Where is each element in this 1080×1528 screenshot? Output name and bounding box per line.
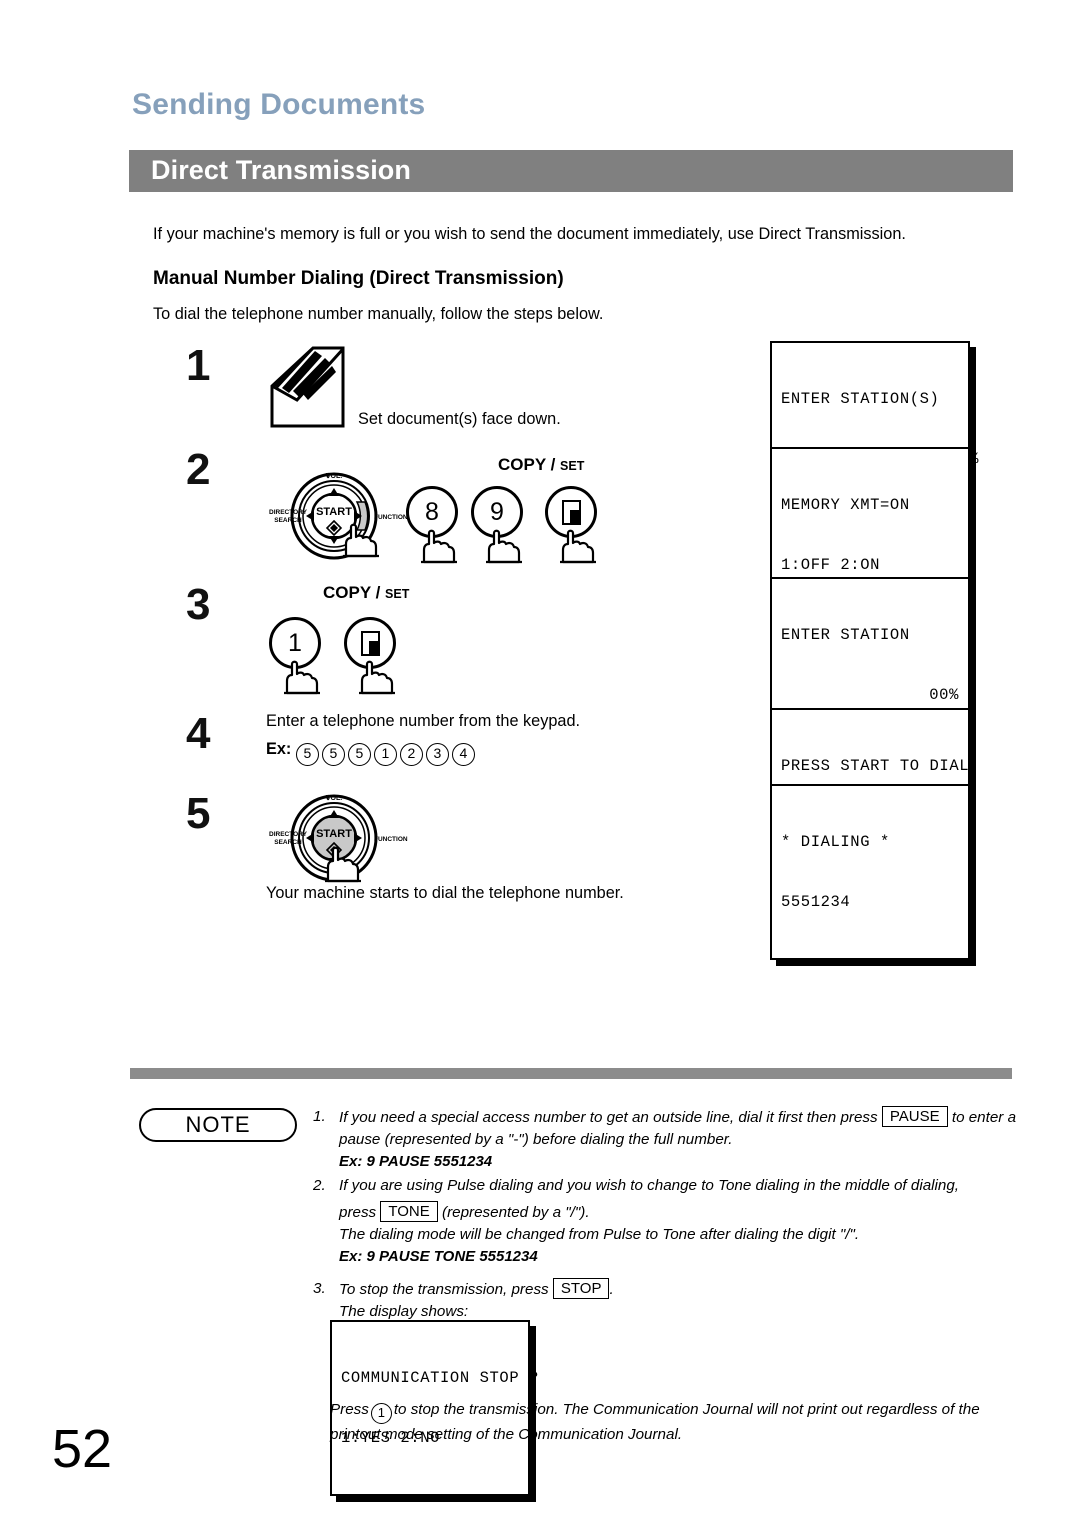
lcd-line-1: ENTER STATION: [781, 626, 910, 644]
lcd-line-1: PRESS START TO DIAL: [781, 757, 970, 775]
svg-text:⇕: ⇕: [325, 794, 331, 802]
svg-text:FUNCTION: FUNCTION: [374, 836, 408, 843]
step-5-text: Your machine starts to dial the telephon…: [266, 884, 624, 902]
sub-heading: Manual Number Dialing (Direct Transmissi…: [153, 268, 564, 289]
sub-intro-paragraph: To dial the telephone number manually, f…: [153, 305, 604, 323]
circled-digit-1: 1: [370, 1403, 392, 1424]
finger-pointer-icon: [356, 659, 398, 700]
note-3-part2: .: [609, 1281, 614, 1298]
keypad-button-1-label: 1: [288, 628, 302, 657]
circled-digit: 1: [373, 743, 397, 766]
circled-digit: 5: [295, 743, 319, 766]
svg-text:START: START: [316, 506, 352, 518]
circled-digit: 5: [347, 743, 371, 766]
note-item-1: 1. If you need a special access number t…: [313, 1106, 1018, 1173]
pause-keycap: PAUSE: [881, 1106, 948, 1127]
svg-text:SEARCH: SEARCH: [274, 839, 302, 846]
svg-text:DIRECTORY: DIRECTORY: [269, 831, 308, 838]
finger-pointer-icon: [281, 659, 323, 700]
lcd-line-2: 5551234: [781, 893, 851, 911]
copy-set-label-step-2: COPY / SET: [498, 455, 584, 475]
lcd-line-2: 1:OFF 2:ON: [781, 556, 881, 574]
circled-digit: 5: [321, 743, 345, 766]
note-2-part1: If you are using Pulse dialing and you w…: [339, 1177, 960, 1194]
label-separator: /: [370, 583, 386, 602]
svg-text:SEARCH: SEARCH: [274, 517, 302, 524]
finger-pointer-icon: [340, 522, 382, 563]
note-item-2: 2. If you are using Pulse dialing and yo…: [313, 1175, 1018, 1268]
example-digits: 5551234: [295, 740, 478, 766]
keypad-button-9-label: 9: [490, 497, 504, 526]
note-1-example: Ex: 9 PAUSE 5551234: [339, 1153, 493, 1170]
set-label: SET: [385, 587, 410, 601]
svg-text:⇕: ⇕: [325, 472, 331, 480]
page-document-icon: [561, 499, 581, 525]
copy-label: COPY: [498, 455, 546, 474]
lcd-line-2: 00%: [929, 686, 959, 704]
note-list: 1. If you need a special access number t…: [313, 1106, 1018, 1325]
note-tail-post: to stop the transmission. The Communicat…: [330, 1401, 980, 1443]
step-number-5: 5: [186, 789, 211, 838]
circled-digit: 4: [451, 743, 475, 766]
step-number-3: 3: [186, 580, 211, 629]
page-number: 52: [52, 1419, 113, 1479]
intro-paragraph: If your machine's memory is full or you …: [153, 225, 906, 243]
document-stack-icon: [265, 344, 365, 435]
step-4-text: Enter a telephone number from the keypad…: [266, 712, 581, 730]
copy-label: COPY: [323, 583, 371, 602]
note-tail-paragraph: Press 1 to stop the transmission. The Comm…: [330, 1399, 1020, 1446]
finger-pointer-icon: [483, 528, 525, 569]
note-2-example: Ex: 9 PAUSE TONE 5551234: [339, 1248, 538, 1265]
note-tail-pre: Press: [330, 1401, 369, 1418]
section-title: Direct Transmission: [151, 155, 411, 185]
note-item-3: 3. To stop the transmission, press STOP.…: [313, 1278, 1018, 1323]
note-2-part3: The dialing mode will be changed from Pu…: [339, 1226, 860, 1243]
copy-set-label-step-3: COPY / SET: [323, 583, 409, 603]
svg-text:START: START: [316, 828, 352, 840]
section-banner: Direct Transmission: [129, 150, 1013, 192]
finger-pointer-icon: [557, 528, 599, 569]
step-1-text: Set document(s) face down.: [358, 410, 561, 428]
circled-digit: 3: [425, 743, 449, 766]
finger-pointer-icon: [320, 845, 362, 888]
keypad-button-8-label: 8: [425, 497, 439, 526]
tone-keycap: TONE: [380, 1201, 438, 1222]
finger-pointer-icon: [418, 528, 460, 569]
lcd-line-1: ENTER STATION(S): [781, 390, 940, 408]
stop-keycap: STOP: [552, 1278, 610, 1299]
step-4-example: Ex: 5551234: [266, 740, 478, 766]
circled-digit: 2: [399, 743, 423, 766]
note-index: 3.: [313, 1280, 326, 1297]
lcd-line-1: MEMORY XMT=ON: [781, 496, 910, 514]
step-number-4: 4: [186, 709, 211, 758]
svg-text:FUNCTION: FUNCTION: [374, 514, 408, 521]
lcd-line-1: * DIALING *: [781, 833, 890, 851]
manual-page: Sending Documents Direct Transmission If…: [0, 0, 1080, 1528]
navigation-dial-step-2[interactable]: START VOL. ⇕ DIRECTORY SEARCH FUNCTION: [262, 468, 412, 568]
note-2-line2: press TONE (represented by a "/").: [339, 1201, 1018, 1224]
note-2-press: press: [339, 1204, 377, 1221]
note-badge: NOTE: [139, 1108, 297, 1142]
note-1-part1: If you need a special access number to g…: [339, 1109, 878, 1126]
note-2-part2: (represented by a "/").: [442, 1204, 590, 1221]
step-number-2: 2: [186, 445, 211, 494]
set-label: SET: [560, 459, 585, 473]
chapter-title: Sending Documents: [132, 88, 426, 121]
label-separator: /: [545, 455, 561, 474]
page-document-icon: [360, 630, 380, 656]
note-index: 2.: [313, 1177, 326, 1194]
lcd-panel-5: * DIALING * 5551234: [770, 784, 970, 960]
example-label: Ex:: [266, 740, 292, 758]
lcd-line-1: COMMUNICATION STOP ?: [341, 1369, 540, 1387]
note-index: 1.: [313, 1108, 326, 1125]
svg-text:DIRECTORY: DIRECTORY: [269, 509, 308, 516]
section-divider: [130, 1068, 1012, 1079]
step-number-1: 1: [186, 341, 211, 390]
note-3-part1: To stop the transmission, press: [339, 1281, 549, 1298]
